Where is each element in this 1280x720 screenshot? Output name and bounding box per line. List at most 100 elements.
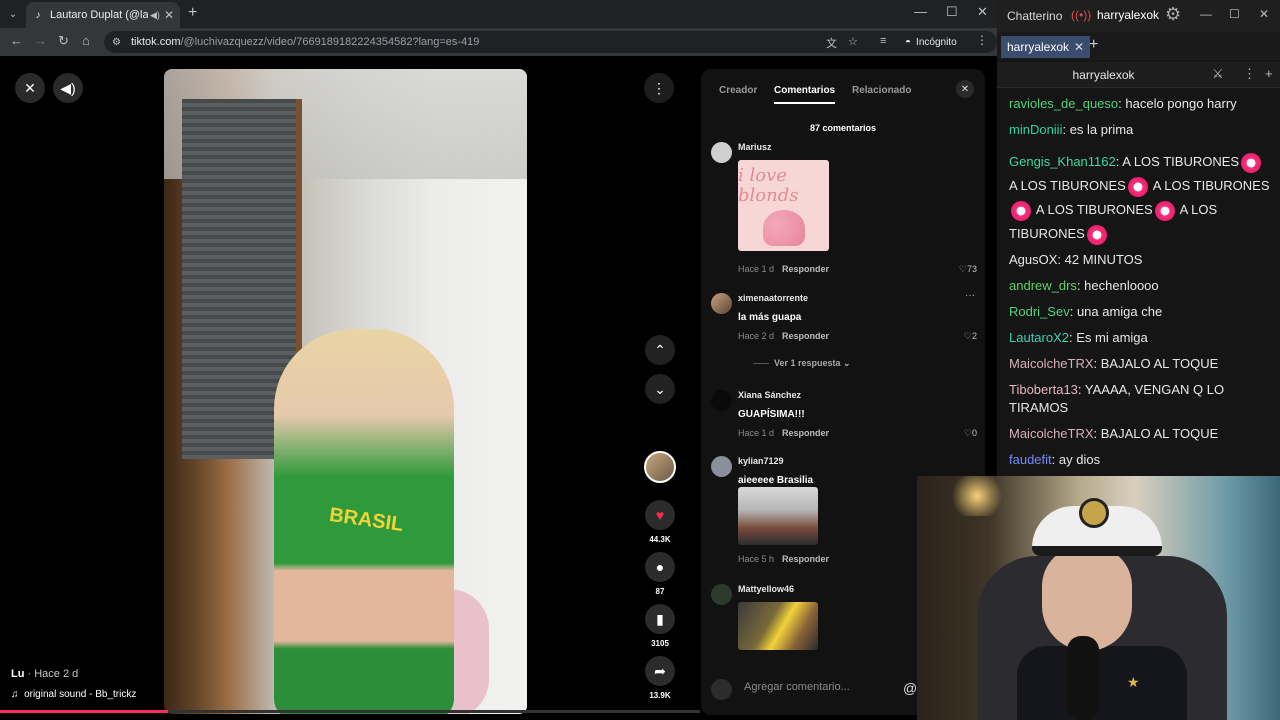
chat-maximize-icon[interactable]: ☐	[1229, 7, 1240, 21]
video-player[interactable]: BRASIL	[164, 69, 527, 714]
site-info-icon[interactable]: ⚙	[112, 37, 121, 48]
reply-button[interactable]: Responder	[782, 428, 829, 438]
creator-avatar[interactable]	[644, 451, 676, 483]
chat-add-tab-icon[interactable]: +	[1089, 36, 1098, 54]
comment-text: la más guapa	[738, 312, 802, 323]
comment-user[interactable]: Mattyellow46	[738, 584, 794, 594]
forward-arrow-icon[interactable]: →	[34, 33, 47, 48]
comment-more-icon[interactable]: ···	[965, 290, 975, 301]
browser-tab-tiktok[interactable]: ♪ Lautaro Duplat (@lautaro.d ◀) ✕	[26, 2, 180, 28]
emote-icon	[1086, 224, 1107, 245]
chat-username[interactable]: Gengis_Khan1162	[1009, 154, 1116, 169]
new-tab-plus-icon[interactable]: +	[188, 4, 197, 22]
avatar[interactable]	[711, 456, 732, 477]
tab-audio-icon[interactable]: ◀)	[150, 10, 160, 21]
chat-username[interactable]: minDoniii	[1009, 122, 1062, 137]
bookmark-icon[interactable]: ▮	[645, 604, 675, 634]
chat-tab-harryalexok[interactable]: harryalexok ✕	[1001, 36, 1091, 58]
chat-tab-close-icon[interactable]: ✕	[1074, 40, 1084, 54]
comment-meta: Hace 1 d Responder	[738, 264, 829, 274]
split-menu-icon[interactable]: ⋮	[1243, 66, 1256, 82]
chat-username[interactable]: faudefit	[1009, 452, 1052, 467]
chat-text: A LOS TIBURONES	[1035, 202, 1153, 217]
chat-username[interactable]: Rodri_Sev	[1009, 304, 1070, 319]
chat-username[interactable]: MaicolcheTRX	[1009, 356, 1094, 371]
address-bar[interactable]: ⚙ tiktok.com/@luchivazquezz/video/766918…	[104, 31, 997, 53]
reply-button[interactable]: Responder	[782, 264, 829, 274]
chat-username[interactable]: andrew_drs	[1009, 278, 1077, 293]
bookmark-star-icon[interactable]: ☆	[848, 35, 858, 48]
minimize-icon[interactable]: —	[914, 4, 927, 19]
comment-sticker-anime	[738, 487, 818, 545]
chat-close-icon[interactable]: ✕	[1259, 7, 1269, 21]
avatar[interactable]	[711, 584, 732, 605]
reply-button[interactable]: Responder	[782, 331, 829, 341]
chat-text: es la prima	[1069, 122, 1134, 137]
chat-text: hechenloooo	[1084, 278, 1159, 293]
chat-split-header: harryalexok ⚔ ⋮ +	[997, 62, 1280, 88]
emote-icon	[1154, 200, 1175, 221]
avatar[interactable]	[711, 293, 732, 314]
chat-username[interactable]: ravioles_de_queso	[1009, 96, 1118, 111]
chat-message: Rodri_Sev: una amiga che	[1009, 304, 1163, 319]
tab-creador[interactable]: Creador	[719, 85, 757, 96]
video-progress-bar[interactable]	[0, 710, 700, 713]
reply-button[interactable]: Responder	[782, 554, 829, 564]
view-replies-label: Ver 1 respuesta	[774, 358, 841, 368]
comment-text: aieeeee Brasilia	[738, 475, 814, 486]
view-replies-button[interactable]: Ver 1 respuesta ⌄	[753, 358, 851, 369]
comment-input[interactable]: Agregar comentario...	[744, 681, 850, 693]
video-more-icon[interactable]: ⋮	[644, 73, 674, 103]
next-video-icon[interactable]: ⌄	[645, 374, 675, 404]
mention-at-icon[interactable]: @	[903, 680, 917, 696]
avatar[interactable]	[711, 142, 732, 163]
volume-icon[interactable]: ◀)	[53, 73, 83, 103]
add-split-icon[interactable]: +	[1265, 66, 1273, 81]
back-arrow-icon[interactable]: ←	[10, 33, 23, 48]
translate-icon[interactable]: 文	[826, 35, 837, 51]
home-icon[interactable]: ⌂	[82, 33, 90, 48]
webcam-jacket	[1017, 646, 1187, 720]
comment-user[interactable]: kylian7129	[738, 456, 784, 466]
tab-search-chevron-icon[interactable]: ⌄	[0, 1, 26, 27]
comment-like[interactable]: ♡73	[959, 264, 977, 275]
close-panel-icon[interactable]: ✕	[956, 80, 974, 98]
url-host: tiktok.com	[130, 36, 181, 48]
save-count: 3105	[651, 639, 669, 648]
chat-username[interactable]: Tiboberta13	[1009, 382, 1078, 397]
previous-video-icon[interactable]: ⌃	[645, 335, 675, 365]
chat-split-channel: harryalexok	[1072, 68, 1135, 82]
chat-username[interactable]: MaicolcheTRX	[1009, 426, 1094, 441]
comment-icon[interactable]: ●	[645, 552, 675, 582]
like-heart-icon[interactable]: ♥	[645, 500, 675, 530]
chat-message: MaicolcheTRX: BAJALO AL TOQUE	[1009, 356, 1219, 371]
comment-like[interactable]: ♡2	[964, 331, 977, 342]
chat-username[interactable]: LautaroX2	[1009, 330, 1069, 345]
tab-comentarios[interactable]: Comentarios	[774, 85, 836, 104]
media-controls-icon[interactable]: ≡	[880, 35, 886, 47]
chat-message: ravioles_de_queso: hacelo pongo harry	[1009, 96, 1237, 111]
video-progress-fill	[0, 710, 168, 713]
moderation-sword-icon[interactable]: ⚔	[1212, 66, 1224, 82]
comment-user[interactable]: Mariusz	[738, 142, 772, 152]
chat-username[interactable]: AgusOX	[1009, 252, 1057, 267]
comment-user[interactable]: Xiana Sánchez	[738, 390, 801, 400]
video-author[interactable]: Lu · Hace 2 d	[11, 668, 78, 680]
avatar[interactable]	[711, 390, 732, 411]
maximize-icon[interactable]: ☐	[946, 4, 958, 20]
webcam-lamp	[947, 476, 1007, 516]
settings-gear-icon[interactable]: ⚙	[1165, 4, 1181, 25]
comment-like[interactable]: ♡0	[964, 428, 977, 439]
reload-icon[interactable]: ↻	[58, 33, 69, 49]
window-close-icon[interactable]: ✕	[977, 4, 988, 20]
tab-relacionado[interactable]: Relacionado	[852, 85, 911, 96]
share-arrow-icon[interactable]: ➦	[645, 656, 675, 686]
chat-minimize-icon[interactable]: —	[1200, 7, 1212, 21]
incognito-indicator[interactable]: ◓ Incógnito	[905, 31, 957, 53]
close-video-icon[interactable]: ✕	[15, 73, 45, 103]
video-sound[interactable]: ♫ original sound - Bb_trickz	[11, 689, 136, 700]
browser-menu-icon[interactable]: ⋮	[976, 33, 988, 47]
tab-close-icon[interactable]: ✕	[164, 8, 174, 22]
comment-user[interactable]: ximenaatorrente	[738, 293, 808, 303]
emote-icon	[1127, 176, 1148, 197]
